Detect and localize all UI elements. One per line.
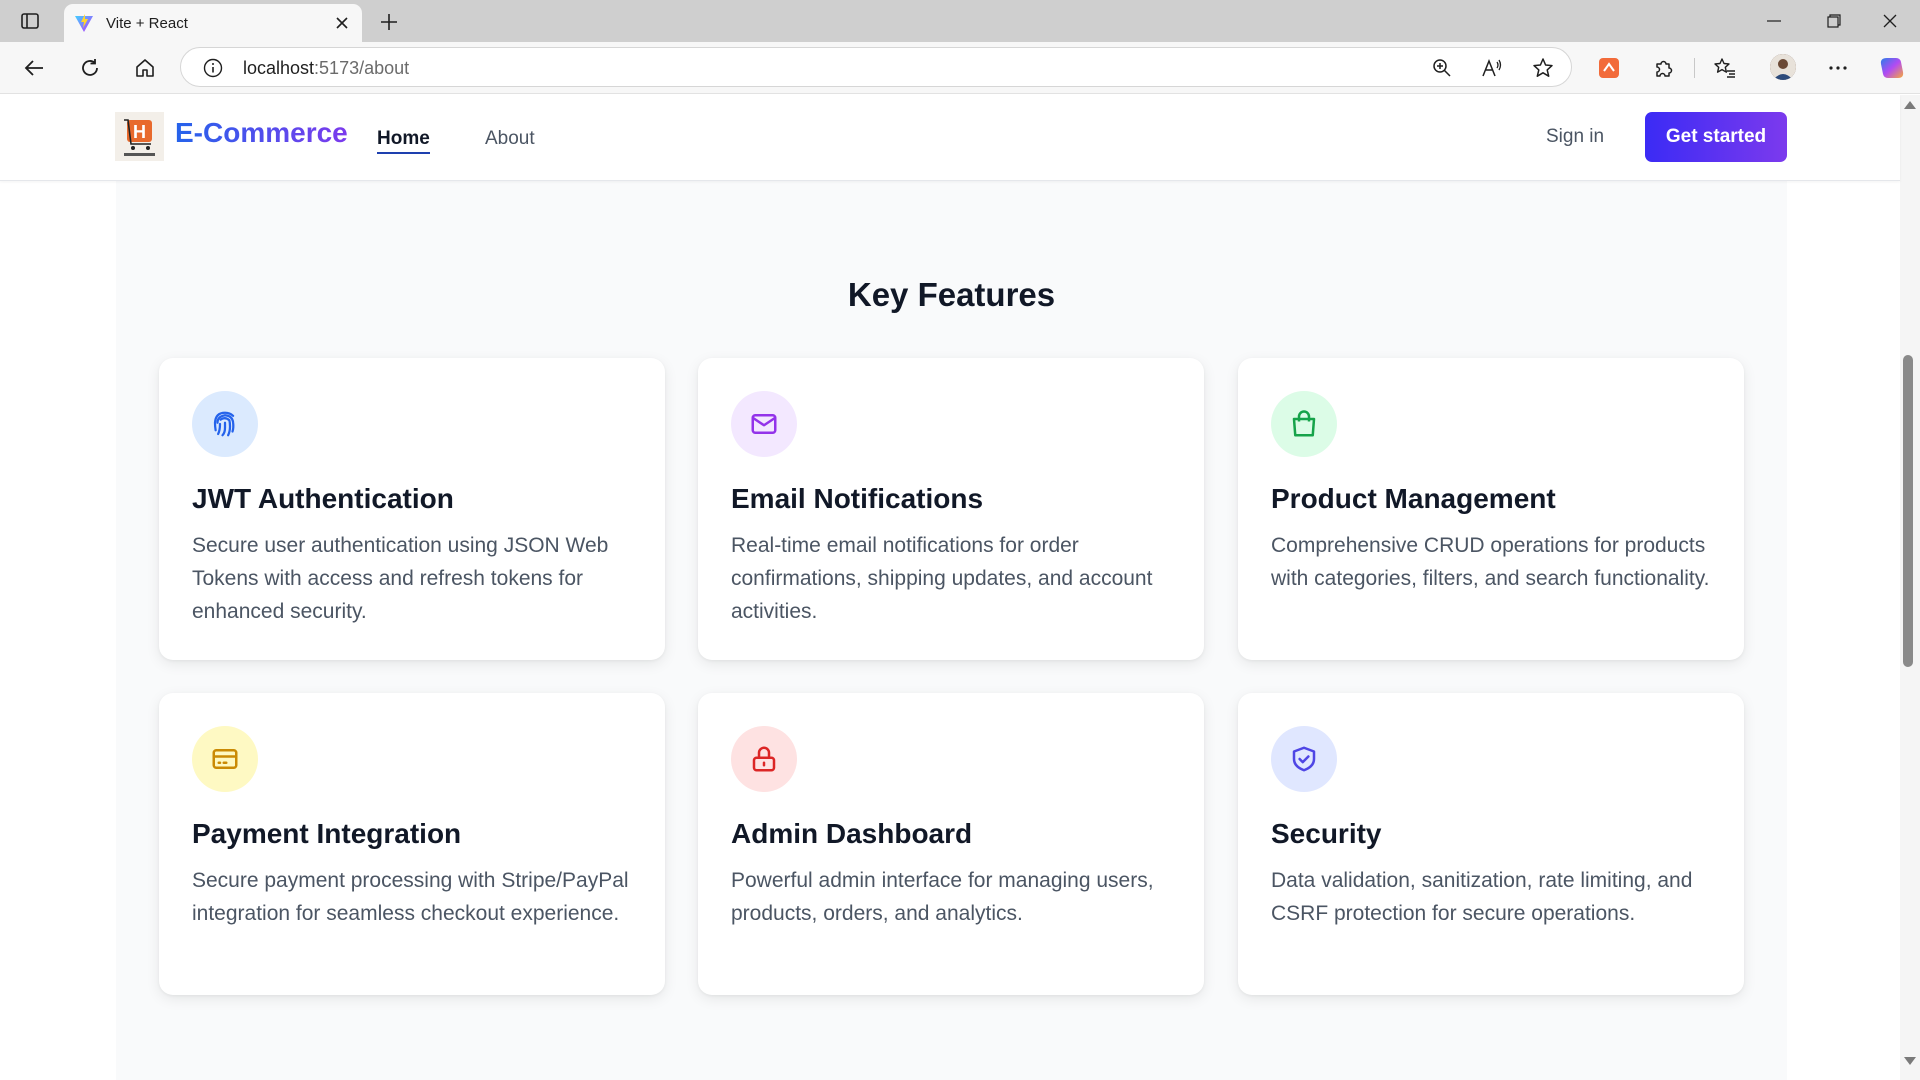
- url-host: localhost: [243, 58, 315, 78]
- feature-card-product: Product Management Comprehensive CRUD op…: [1238, 358, 1744, 660]
- sign-in-link[interactable]: Sign in: [1546, 126, 1604, 148]
- feature-card-email: Email Notifications Real-time email noti…: [698, 358, 1204, 660]
- url-text[interactable]: localhost:5173/about: [243, 58, 409, 79]
- feature-description: Comprehensive CRUD operations for produc…: [1271, 534, 1710, 590]
- feature-description: Secure user authentication using JSON We…: [192, 534, 609, 623]
- section-title: Key Features: [847, 276, 1056, 313]
- back-icon[interactable]: [20, 54, 48, 82]
- browser-tab-active[interactable]: Vite + React: [64, 4, 362, 42]
- browser-titlebar: Vite + React: [0, 0, 1920, 42]
- shield-check-icon: [1271, 726, 1337, 792]
- mail-icon: [731, 391, 797, 457]
- feature-description: Data validation, sanitization, rate limi…: [1271, 869, 1693, 925]
- extensions-puzzle-icon[interactable]: [1650, 54, 1678, 82]
- copilot-icon[interactable]: [1878, 54, 1906, 82]
- store-logo-icon[interactable]: H: [115, 112, 164, 161]
- scrollbar-thumb[interactable]: [1903, 355, 1913, 667]
- fingerprint-icon: [192, 391, 258, 457]
- tab-title: Vite + React: [106, 15, 188, 32]
- feature-card-security: Security Data validation, sanitization, …: [1238, 693, 1744, 995]
- feature-title: Payment Integration: [192, 818, 462, 849]
- feature-card-payment: Payment Integration Secure payment proce…: [159, 693, 665, 995]
- feature-title: Product Management: [1271, 483, 1556, 514]
- feature-title: JWT Authentication: [192, 483, 454, 514]
- toolbar-separator: [1694, 58, 1695, 78]
- svg-text:H: H: [133, 122, 146, 142]
- favorite-star-icon[interactable]: [1531, 56, 1555, 80]
- site-navbar: H E-Commerce Home About Sign in Get star…: [0, 95, 1900, 181]
- restore-icon[interactable]: [1806, 0, 1862, 42]
- get-started-button[interactable]: Get started: [1645, 112, 1787, 162]
- site-info-icon[interactable]: [203, 58, 223, 78]
- lock-icon: [731, 726, 797, 792]
- address-bar[interactable]: localhost:5173/about: [180, 47, 1572, 87]
- read-aloud-icon[interactable]: [1480, 56, 1504, 80]
- new-tab-icon[interactable]: [376, 9, 402, 35]
- feature-description: Powerful admin interface for managing us…: [731, 869, 1154, 925]
- nav-home-link[interactable]: Home: [377, 128, 430, 154]
- profile-avatar[interactable]: [1770, 54, 1796, 80]
- favorites-list-icon[interactable]: [1711, 54, 1739, 82]
- vite-logo-icon: [74, 13, 94, 33]
- minimize-icon[interactable]: [1746, 0, 1802, 42]
- scroll-up-arrow-icon[interactable]: [1904, 101, 1916, 109]
- feature-title: Admin Dashboard: [731, 818, 973, 849]
- nav-about-link[interactable]: About: [485, 128, 535, 150]
- home-icon[interactable]: [131, 54, 159, 82]
- shopping-bag-icon: [1271, 391, 1337, 457]
- feature-description: Real-time email notifications for order …: [731, 534, 1153, 623]
- feature-card-jwt: JWT Authentication Secure user authentic…: [159, 358, 665, 660]
- more-menu-icon[interactable]: [1824, 54, 1852, 82]
- credit-card-icon: [192, 726, 258, 792]
- close-window-icon[interactable]: [1862, 0, 1918, 42]
- feature-description: Secure payment processing with Stripe/Pa…: [192, 869, 629, 925]
- tab-close-icon[interactable]: [332, 13, 352, 33]
- feature-card-admin: Admin Dashboard Powerful admin interface…: [698, 693, 1204, 995]
- brand-name[interactable]: E-Commerce: [175, 117, 348, 149]
- zoom-icon[interactable]: [1430, 56, 1454, 80]
- extension-orange-icon[interactable]: [1595, 54, 1623, 82]
- feature-title: Email Notifications: [731, 483, 984, 514]
- feature-title: Security: [1271, 818, 1382, 849]
- page-viewport: H E-Commerce Home About Sign in Get star…: [0, 95, 1920, 1080]
- url-path: :5173/about: [314, 58, 410, 78]
- reload-icon[interactable]: [76, 54, 104, 82]
- sidebar-toggle-icon[interactable]: [18, 10, 42, 32]
- key-features-section: Key Features JWT Authentication Secure u…: [116, 181, 1787, 1080]
- scroll-down-arrow-icon[interactable]: [1904, 1057, 1916, 1065]
- browser-toolbar: localhost:5173/about: [0, 42, 1920, 94]
